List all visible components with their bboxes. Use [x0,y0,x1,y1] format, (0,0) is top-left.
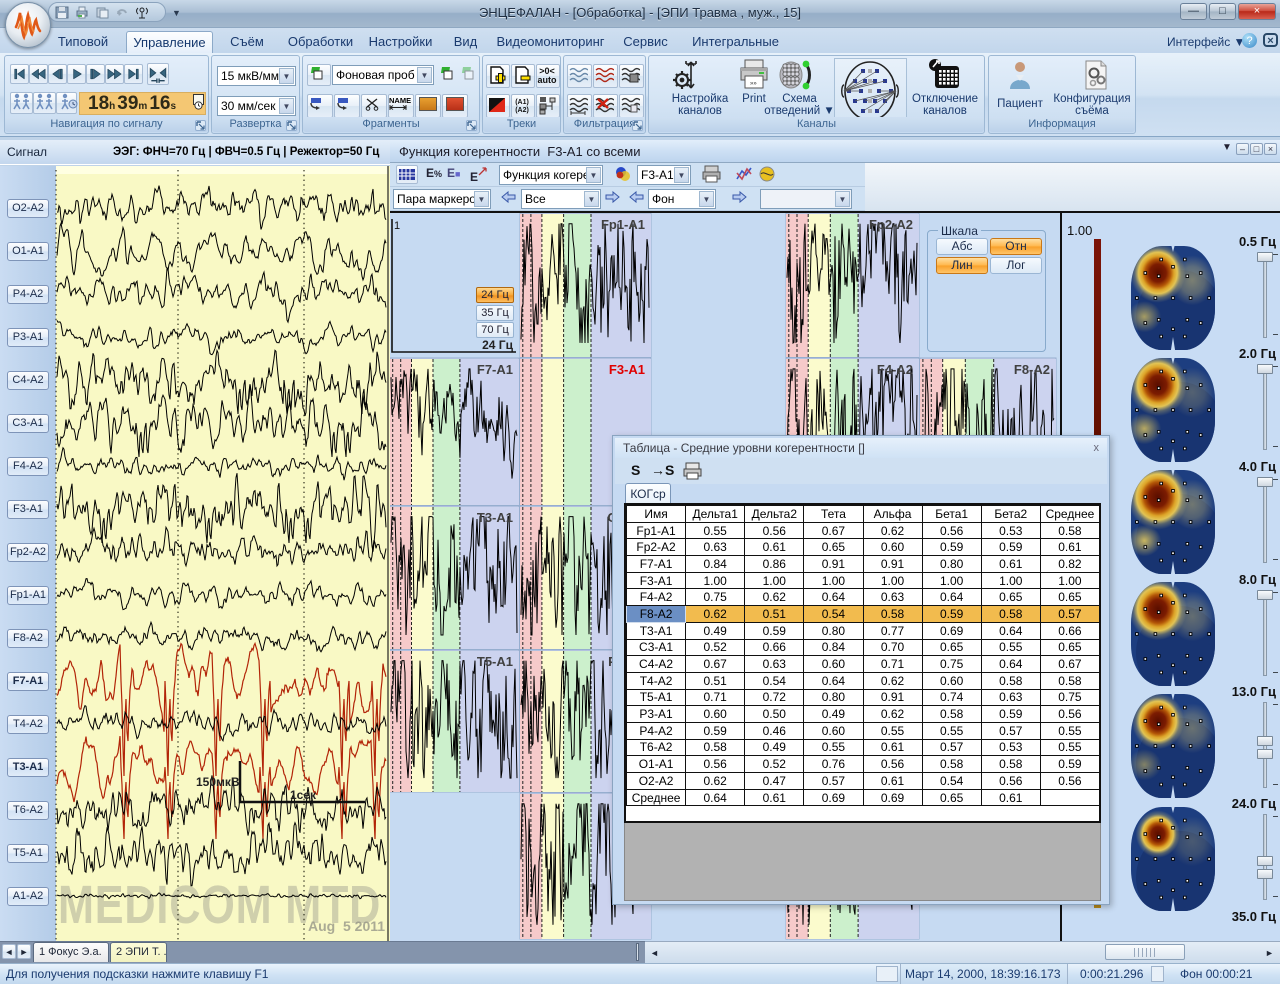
svg-text:Fp2-A2: Fp2-A2 [869,217,913,232]
svg-text:F8-A2: F8-A2 [1014,362,1050,377]
svg-text:T5-A1: T5-A1 [477,654,513,669]
svg-text:auto: auto [538,75,558,85]
svg-text:(A2): (A2) [515,107,529,114]
svg-text:»»: »» [750,81,757,87]
svg-text:F7-A1: F7-A1 [477,362,513,377]
svg-text:Fp1-A1: Fp1-A1 [601,217,645,232]
svg-text:T3-A1: T3-A1 [477,510,513,525]
svg-text:1: 1 [394,220,400,232]
svg-text:150мкВ: 150мкВ [196,775,240,789]
svg-text:24 Гц: 24 Гц [482,338,513,352]
svg-text:F3-A1: F3-A1 [609,362,645,377]
svg-text:F4-A2: F4-A2 [877,362,913,377]
svg-text:1сек: 1сек [290,788,317,802]
svg-text:(A1): (A1) [515,99,529,106]
